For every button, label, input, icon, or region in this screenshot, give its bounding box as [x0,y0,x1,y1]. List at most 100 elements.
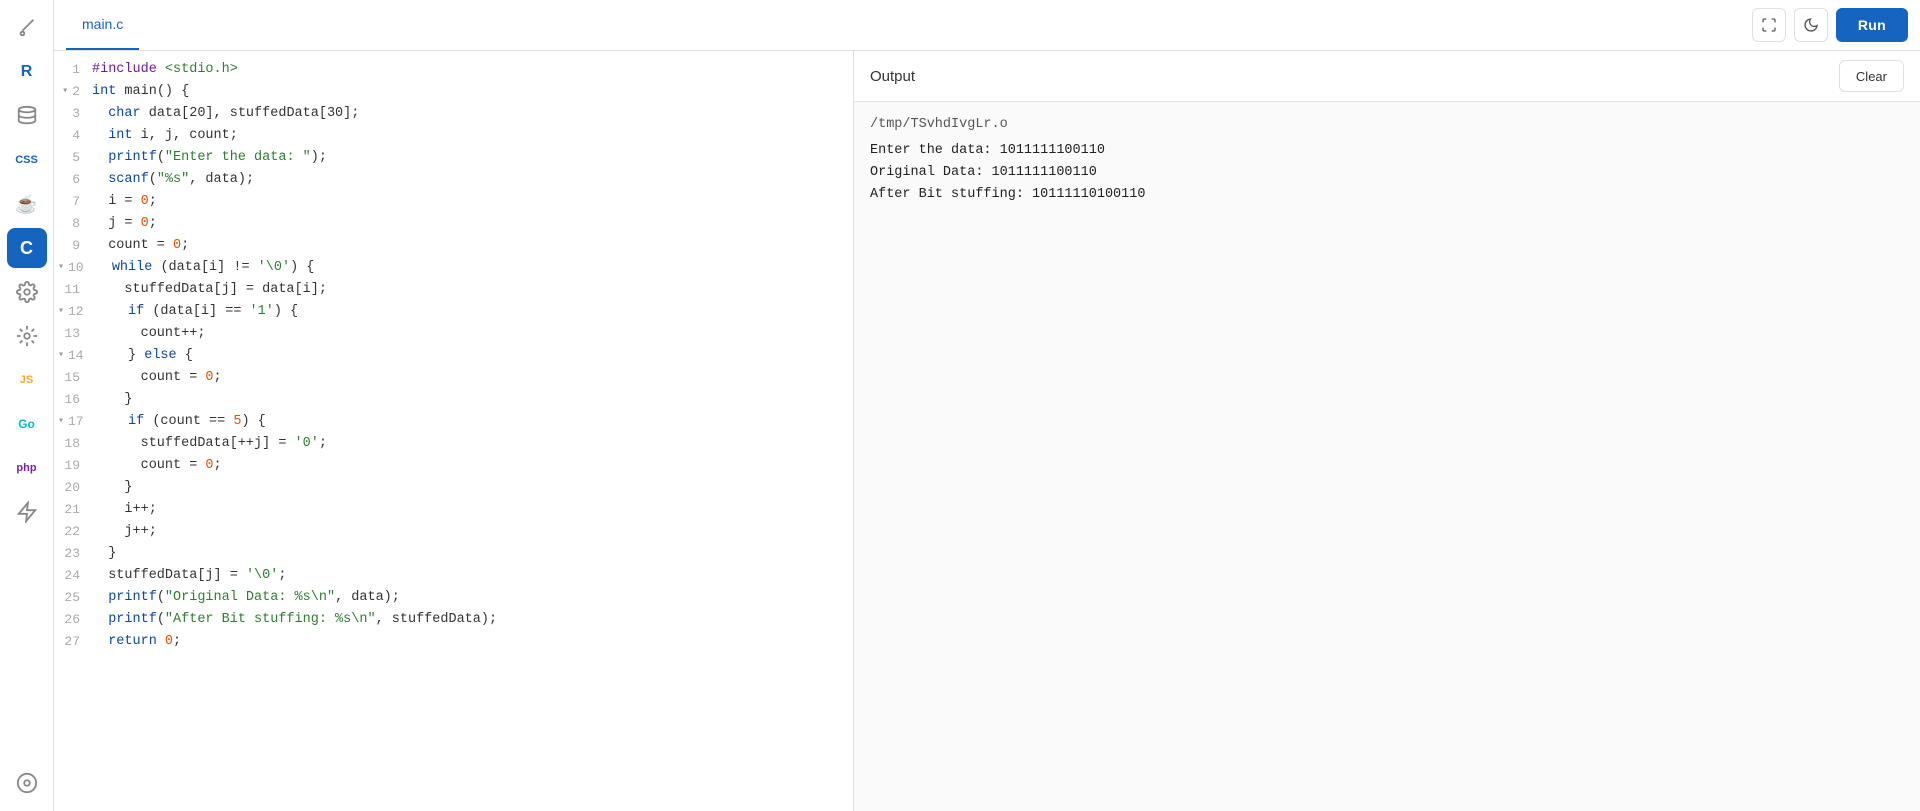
code-text: return 0; [92,631,181,653]
code-text: #include <stdio.h> [92,59,238,81]
line-number: 7 [54,191,92,213]
code-line: ▾12 if (data[i] == '1') { [54,301,853,323]
fold-arrow[interactable]: ▾ [54,411,64,433]
line-number: 6 [54,169,92,191]
code-line: 13 count++; [54,323,853,345]
sidebar-icon-bottom[interactable] [7,763,47,803]
code-line: 25 printf("Original Data: %s\n", data); [54,587,853,609]
line-number: ▾14 [54,345,96,367]
line-number: 4 [54,125,92,147]
output-title: Output [870,68,1839,85]
line-number: 11 [54,279,92,301]
code-line: 27 return 0; [54,631,853,653]
sidebar-icon-php[interactable]: php [7,448,47,488]
code-text: while (data[i] != '\0') { [96,257,315,279]
output-content: /tmp/TSvhdIvgLr.oEnter the data: 1011111… [854,102,1920,811]
dark-mode-button[interactable] [1794,8,1828,42]
code-text: printf("Enter the data: "); [92,147,327,169]
code-line: 1#include <stdio.h> [54,59,853,81]
line-number: 27 [54,631,92,653]
sidebar-icon-js[interactable]: JS [7,360,47,400]
code-line: 8 j = 0; [54,213,853,235]
line-number: 25 [54,587,92,609]
output-header: Output Clear [854,51,1920,102]
code-text: j++; [92,521,157,543]
fold-arrow[interactable]: ▾ [54,301,64,323]
line-number: 20 [54,477,92,499]
run-button[interactable]: Run [1836,8,1908,42]
code-text: scanf("%s", data); [92,169,254,191]
fullscreen-button[interactable] [1752,8,1786,42]
code-text: printf("After Bit stuffing: %s\n", stuff… [92,609,497,631]
code-text: count = 0; [92,455,222,477]
code-text: i++; [92,499,157,521]
line-number: 1 [54,59,92,81]
content-area: 1#include <stdio.h>▾2int main() {3 char … [54,51,1920,811]
sidebar-icon-database[interactable] [7,96,47,136]
code-line: 21 i++; [54,499,853,521]
code-line: 18 stuffedData[++j] = '0'; [54,433,853,455]
code-text: j = 0; [92,213,157,235]
code-text: int i, j, count; [92,125,238,147]
sidebar: R CSS ☕ C JS Go php [0,0,54,811]
line-number: ▾2 [54,81,92,103]
main-area: main.c Run 1#include <stdio.h>▾2int main… [54,0,1920,811]
code-line: 11 stuffedData[j] = data[i]; [54,279,853,301]
sidebar-icon-java[interactable]: ☕ [7,184,47,224]
output-line: After Bit stuffing: 10111110100110 [870,184,1904,206]
line-number: ▾17 [54,411,96,433]
tab-main-c[interactable]: main.c [66,0,139,50]
sidebar-icon-swift[interactable] [7,492,47,532]
sidebar-icon-gear1[interactable] [7,272,47,312]
clear-button[interactable]: Clear [1839,60,1904,92]
code-editor[interactable]: 1#include <stdio.h>▾2int main() {3 char … [54,51,853,811]
line-number: 24 [54,565,92,587]
code-line: 16 } [54,389,853,411]
output-pane: Output Clear /tmp/TSvhdIvgLr.oEnter the … [854,51,1920,811]
code-line: ▾2int main() { [54,81,853,103]
line-number: 26 [54,609,92,631]
code-line: ▾17 if (count == 5) { [54,411,853,433]
fold-arrow[interactable]: ▾ [54,257,64,279]
code-text: int main() { [92,81,189,103]
sidebar-icon-r[interactable]: R [7,52,47,92]
line-number: ▾12 [54,301,96,323]
line-number: 18 [54,433,92,455]
code-text: if (count == 5) { [96,411,266,433]
line-number: 5 [54,147,92,169]
code-text: char data[20], stuffedData[30]; [92,103,359,125]
topbar-actions: Run [1752,8,1908,42]
line-number: 9 [54,235,92,257]
code-text: printf("Original Data: %s\n", data); [92,587,400,609]
code-text: i = 0; [92,191,157,213]
code-text: stuffedData[++j] = '0'; [92,433,327,455]
code-text: stuffedData[j] = '\0'; [92,565,286,587]
code-line: 20 } [54,477,853,499]
sidebar-icon-go[interactable]: Go [7,404,47,444]
code-line: 4 int i, j, count; [54,125,853,147]
code-line: 9 count = 0; [54,235,853,257]
code-text: } [92,389,133,411]
sidebar-icon-css[interactable]: CSS [7,140,47,180]
line-number: 3 [54,103,92,125]
output-line: /tmp/TSvhdIvgLr.o [870,114,1904,136]
code-text: stuffedData[j] = data[i]; [92,279,327,301]
code-line: 22 j++; [54,521,853,543]
fold-arrow[interactable]: ▾ [58,81,68,103]
code-line: 19 count = 0; [54,455,853,477]
code-line: 3 char data[20], stuffedData[30]; [54,103,853,125]
line-number: ▾10 [54,257,96,279]
output-line: Original Data: 1011111100110 [870,162,1904,184]
code-text: } [92,543,116,565]
sidebar-icon-c[interactable]: C [7,228,47,268]
fold-arrow[interactable]: ▾ [54,345,64,367]
line-number: 16 [54,389,92,411]
topbar: main.c Run [54,0,1920,51]
line-number: 19 [54,455,92,477]
line-number: 8 [54,213,92,235]
code-text: count = 0; [92,367,222,389]
code-line: 15 count = 0; [54,367,853,389]
code-text: } [92,477,133,499]
sidebar-icon-brush[interactable] [7,8,47,48]
sidebar-icon-gear2[interactable] [7,316,47,356]
